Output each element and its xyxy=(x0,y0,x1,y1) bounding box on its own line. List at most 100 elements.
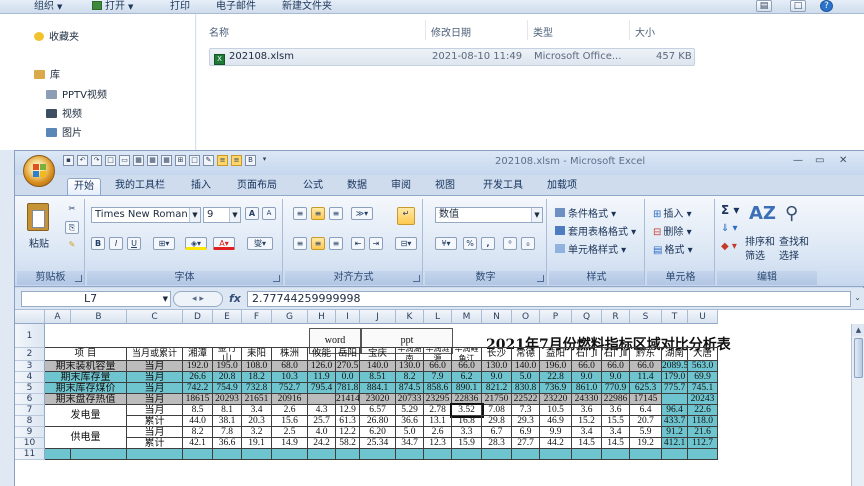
column-header[interactable]: D xyxy=(183,310,213,324)
data-cell[interactable]: 66.0 xyxy=(630,361,662,372)
column-header[interactable]: S xyxy=(630,310,662,324)
data-cell[interactable]: 6.4 xyxy=(630,405,662,416)
font-size-select[interactable]: 9 ▼ xyxy=(203,207,241,223)
scroll-up-icon[interactable]: ▲ xyxy=(852,324,864,336)
data-cell[interactable]: 19.1 xyxy=(242,438,272,449)
data-cell[interactable]: 29.3 xyxy=(512,416,540,427)
data-cell[interactable]: 68.0 xyxy=(272,361,308,372)
column-header[interactable]: G xyxy=(272,310,308,324)
bold-button[interactable]: B xyxy=(91,237,105,250)
column-header[interactable]: N xyxy=(482,310,512,324)
row-header[interactable]: 1 xyxy=(15,324,45,348)
borders-icon[interactable]: ⊞▾ xyxy=(153,237,175,250)
minimize-icon[interactable]: — xyxy=(793,155,803,166)
column-header[interactable]: A xyxy=(45,310,71,324)
data-cell[interactable]: 6.20 xyxy=(360,427,396,438)
row-header[interactable]: 2 xyxy=(15,348,45,361)
worksheet[interactable]: ▲ A B C D E F G H I J K L M N O P Q R S T U 1 2 3 4 5 6 7 8 9 10 11 word… xyxy=(15,310,864,486)
fill-icon[interactable]: ⇓ ▾ xyxy=(721,223,738,234)
data-cell[interactable]: 861.0 xyxy=(572,383,602,394)
data-cell[interactable]: 118.0 xyxy=(688,416,718,427)
data-cell[interactable]: 20.3 xyxy=(242,416,272,427)
data-cell[interactable] xyxy=(71,449,127,460)
data-cell[interactable] xyxy=(662,394,688,405)
data-cell[interactable]: 112.7 xyxy=(688,438,718,449)
data-cell[interactable]: 3.4 xyxy=(242,405,272,416)
shrink-font-button[interactable]: A xyxy=(262,207,276,220)
decrease-decimal-icon[interactable]: ₀ xyxy=(521,237,535,250)
format-cells-button[interactable]: ▤ 格式 ▾ xyxy=(653,241,693,256)
format-painter-icon[interactable]: ✎ xyxy=(65,239,79,252)
new-icon[interactable]: □ xyxy=(105,155,116,166)
row-header[interactable]: 3 xyxy=(15,361,45,372)
column-header[interactable]: E xyxy=(213,310,242,324)
data-cell[interactable]: 9.0 xyxy=(572,372,602,383)
column-type[interactable]: 类型 xyxy=(533,24,553,39)
cut-icon[interactable]: ✂ xyxy=(65,203,79,216)
column-header[interactable]: O xyxy=(512,310,540,324)
scroll-thumb[interactable] xyxy=(854,338,863,378)
tab-formulas[interactable]: 公式 xyxy=(297,178,329,195)
percent-button[interactable]: % xyxy=(463,237,477,250)
data-cell[interactable]: 3.3 xyxy=(452,427,482,438)
data-cell[interactable]: 12.9 xyxy=(336,405,360,416)
data-cell[interactable]: 15.6 xyxy=(272,416,308,427)
data-cell[interactable]: 66.0 xyxy=(424,361,452,372)
column-name[interactable]: 名称 xyxy=(209,24,229,39)
cell-styles-button[interactable]: 单元格样式 ▾ xyxy=(555,241,626,256)
data-cell[interactable]: 752.7 xyxy=(272,383,308,394)
column-header[interactable]: B xyxy=(71,310,127,324)
data-cell[interactable]: 858.6 xyxy=(424,383,452,394)
wrap-text-icon[interactable]: ↵ xyxy=(397,207,415,225)
data-cell[interactable]: 29.8 xyxy=(482,416,512,427)
print-preview-icon[interactable]: ▦ xyxy=(133,155,144,166)
data-cell[interactable]: 16.8 xyxy=(452,416,482,427)
data-cell[interactable]: 23220 xyxy=(540,394,572,405)
data-cell[interactable]: 36.6 xyxy=(396,416,424,427)
data-cell[interactable]: 5.0 xyxy=(396,427,424,438)
data-cell[interactable]: 3.4 xyxy=(602,427,630,438)
data-cell[interactable]: 22.6 xyxy=(688,405,718,416)
align-right-icon[interactable]: ≡ xyxy=(329,237,343,250)
data-cell[interactable]: 7.9 xyxy=(424,372,452,383)
data-cell[interactable]: 130.0 xyxy=(482,361,512,372)
nav-pictures[interactable]: 图片 xyxy=(46,126,82,142)
data-cell[interactable] xyxy=(540,449,572,460)
data-cell[interactable]: 27.7 xyxy=(512,438,540,449)
clear-icon[interactable]: ◆ ▾ xyxy=(721,241,737,252)
data-cell[interactable]: 874.5 xyxy=(396,383,424,394)
data-cell[interactable] xyxy=(242,449,272,460)
data-cell[interactable]: 795.4 xyxy=(308,383,336,394)
tab-page-layout[interactable]: 页面布局 xyxy=(231,178,283,195)
data-cell[interactable]: 3.6 xyxy=(602,405,630,416)
data-cell[interactable]: 46.9 xyxy=(540,416,572,427)
conditional-format-button[interactable]: 条件格式 ▾ xyxy=(555,205,616,220)
data-cell[interactable]: 5.9 xyxy=(630,427,662,438)
data-cell[interactable]: 5.0 xyxy=(512,372,540,383)
data-cell[interactable]: 66.0 xyxy=(602,361,630,372)
data-cell[interactable]: 25.34 xyxy=(360,438,396,449)
orientation-icon[interactable]: ≫▾ xyxy=(351,207,373,220)
find-select-button[interactable]: 查找和 xyxy=(779,233,809,248)
data-cell[interactable]: 745.1 xyxy=(688,383,718,394)
data-cell[interactable]: 736.9 xyxy=(540,383,572,394)
row-header[interactable]: 9 xyxy=(15,427,45,438)
data-cell[interactable]: 8.2 xyxy=(183,427,213,438)
data-cell[interactable]: 22522 xyxy=(512,394,540,405)
data-cell[interactable]: 23020 xyxy=(360,394,396,405)
data-cell[interactable]: 14.5 xyxy=(572,438,602,449)
data-cell[interactable]: 22.8 xyxy=(540,372,572,383)
data-cell[interactable]: 20243 xyxy=(688,394,718,405)
bold-icon[interactable]: B xyxy=(245,155,256,166)
increase-decimal-icon[interactable]: ⁰ xyxy=(503,237,517,250)
data-cell[interactable]: 26.6 xyxy=(183,372,213,383)
vertical-scrollbar[interactable]: ▲ xyxy=(851,324,864,486)
data-cell[interactable]: 61.3 xyxy=(336,416,360,427)
office-button[interactable] xyxy=(23,155,55,187)
new-folder-button[interactable]: 新建文件夹 xyxy=(282,0,332,14)
data-cell[interactable] xyxy=(127,449,183,460)
data-cell[interactable]: 433.7 xyxy=(662,416,688,427)
column-header[interactable]: T xyxy=(662,310,688,324)
data-cell[interactable]: 7.8 xyxy=(213,427,242,438)
view-options-icon[interactable]: ▤ xyxy=(756,0,772,12)
